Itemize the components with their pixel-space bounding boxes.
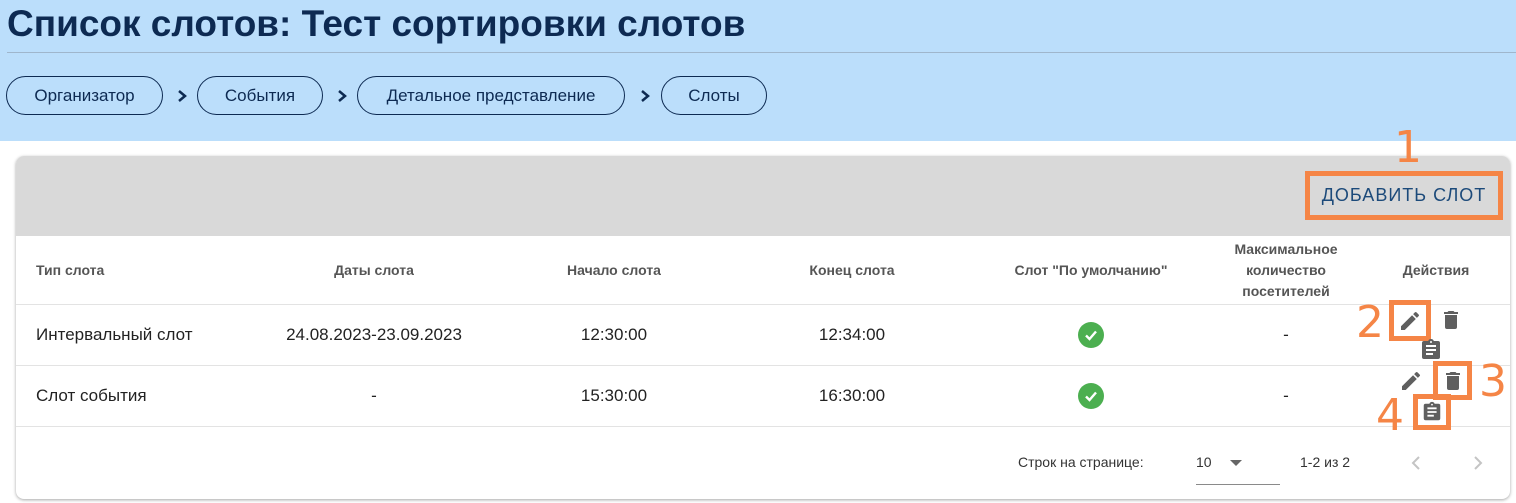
column-header-slot-type: Тип слота [36, 261, 105, 278]
page-title: Список слотов: Тест сортировки слотов [7, 3, 746, 44]
table-toolbar: ДОБАВИТЬ СЛОТ [16, 156, 1510, 236]
row-divider [16, 426, 1510, 427]
cell-default-slot [986, 304, 1196, 365]
chevron-right-icon [178, 90, 187, 102]
pencil-icon [1401, 311, 1420, 330]
chevron-right-icon [338, 90, 347, 102]
cell-slot-end: 12:34:00 [818, 324, 886, 344]
slots-table-card: ДОБАВИТЬ СЛОТ Тип слота Даты слота Начал… [16, 156, 1510, 499]
cell-slot-start: 15:30:00 [580, 385, 648, 405]
select-underline [1196, 484, 1280, 485]
trash-icon [1444, 311, 1458, 329]
check-circle-icon [1078, 321, 1104, 348]
pagination-range: 1-2 из 2 [1300, 454, 1351, 470]
annotation-number-4: 4 [1376, 390, 1404, 441]
trash-icon [1445, 371, 1460, 390]
rows-per-page-label: Строк на странице: [1018, 454, 1144, 470]
delete-button[interactable] [1437, 305, 1465, 335]
chevron-right-icon [641, 90, 650, 102]
dropdown-arrow-icon [1230, 460, 1242, 466]
rows-per-page-value: 10 [1196, 454, 1212, 470]
breadcrumb-detail-view[interactable]: Детальное представление [357, 76, 625, 115]
cell-slot-dates: - [371, 385, 377, 405]
report-button[interactable] [1413, 394, 1451, 430]
header-divider [7, 52, 1516, 53]
cell-slot-type: Слот события [36, 385, 147, 405]
clipboard-icon [1423, 401, 1441, 421]
clipboard-icon [1422, 339, 1440, 359]
annotation-number-3: 3 [1479, 356, 1507, 407]
page-header: Список слотов: Тест сортировки слотов Ор… [0, 0, 1516, 141]
column-header-default-slot: Слот "По умолчанию" [1014, 261, 1168, 278]
column-header-slot-start: Начало слота [567, 261, 661, 278]
cell-max-visitors: - [1283, 324, 1289, 344]
previous-page-icon[interactable] [1409, 454, 1423, 472]
check-circle-icon [1078, 382, 1104, 409]
add-slot-button[interactable]: ДОБАВИТЬ СЛОТ [1305, 171, 1503, 220]
cell-slot-end: 16:30:00 [818, 385, 886, 405]
cell-slot-dates: 24.08.2023-23.09.2023 [286, 324, 462, 344]
column-header-slot-end: Конец слота [809, 261, 895, 278]
annotation-number-2: 2 [1356, 297, 1384, 348]
column-header-max-visitors: Максимальное количество посетителей [1234, 240, 1338, 299]
cell-default-slot [986, 365, 1196, 426]
annotation-number-1: 1 [1394, 122, 1422, 173]
breadcrumb-events[interactable]: События [197, 76, 323, 115]
next-page-icon[interactable] [1471, 454, 1485, 472]
breadcrumb-organizer[interactable]: Организатор [6, 76, 163, 115]
edit-button[interactable] [1389, 300, 1431, 341]
column-header-actions: Действия [1402, 261, 1470, 278]
breadcrumb-slots[interactable]: Слоты [661, 76, 767, 115]
column-header-slot-dates: Даты слота [334, 261, 414, 278]
cell-slot-start: 12:30:00 [580, 324, 648, 344]
cell-max-visitors: - [1283, 385, 1289, 405]
cell-slot-type: Интервальный слот [36, 324, 193, 344]
report-button[interactable] [1417, 336, 1445, 364]
